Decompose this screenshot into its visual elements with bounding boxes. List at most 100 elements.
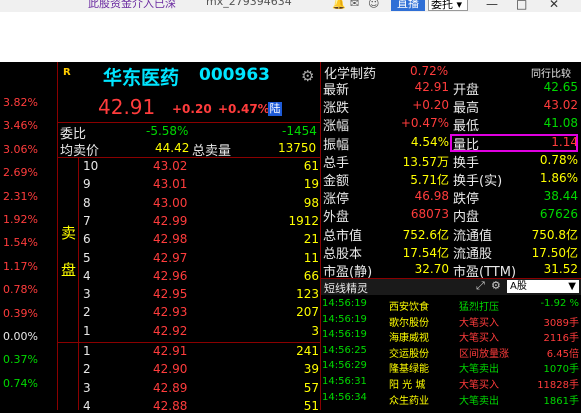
sell-level: 6: [83, 232, 91, 247]
quote-label: 涨幅: [323, 119, 350, 135]
sell-price[interactable]: 43.00: [153, 196, 187, 210]
lineup-stock[interactable]: 隆基绿能: [389, 360, 429, 375]
sell-level: 7: [83, 213, 91, 228]
lineup-time: 14:56:29: [322, 360, 367, 372]
quote-label: 流通值: [453, 228, 493, 244]
toolbar-area: [0, 12, 581, 62]
bell-icon[interactable]: 🔔: [332, 0, 346, 10]
committee-ratio: -5.58%: [146, 124, 189, 138]
sell-volume: 3: [311, 323, 319, 338]
close-icon[interactable]: ✕: [549, 0, 559, 11]
buy-price[interactable]: 42.90: [153, 362, 187, 376]
quote-value: 4.54%: [410, 134, 449, 149]
sell-price[interactable]: 42.99: [153, 214, 187, 228]
lineup-time: 14:56:19: [322, 329, 367, 341]
quote-label: 市盈(静): [323, 265, 373, 280]
pct-tick-label: 1.17%: [3, 259, 38, 273]
quote-value: 41.08: [543, 116, 578, 131]
lineup-event: 大笔买入: [459, 317, 499, 329]
quote-label: 开盘: [453, 83, 480, 98]
buy-volume: 57: [303, 380, 319, 395]
lineup-time: 14:56:34: [322, 391, 367, 403]
gear-icon[interactable]: ⚙: [301, 67, 314, 85]
quote-value: +0.20: [412, 98, 449, 113]
buy-price[interactable]: 42.89: [153, 381, 187, 395]
sell-price[interactable]: 42.95: [153, 287, 187, 301]
sell-level: 9: [83, 177, 91, 192]
sell-price[interactable]: 43.01: [153, 177, 187, 191]
quote-value: 1.86%: [539, 171, 578, 185]
lineup-stock[interactable]: 西安饮食: [389, 298, 429, 313]
last-price: 42.91: [98, 95, 156, 119]
buy-volume: 39: [303, 362, 319, 377]
lineup-stock[interactable]: 交运股份: [389, 345, 429, 360]
top-bar: 此股资金介入已深 mx_279394634 🔔 ✉ ☺ 直播 委托 ▾ — □ …: [0, 0, 581, 12]
lineup-time: 14:56:31: [322, 376, 367, 387]
lineup-value: -1.92 %: [540, 298, 579, 309]
sell-price[interactable]: 42.93: [153, 305, 187, 319]
expand-icon[interactable]: ⤢: [476, 279, 485, 293]
quote-value: 32.70: [414, 262, 449, 276]
live-button[interactable]: 直播: [391, 0, 425, 11]
pct-tick-label: 0.00%: [3, 330, 38, 343]
lineup-event: 大笔买入: [459, 380, 499, 391]
pct-tick-label: 3.46%: [3, 119, 38, 133]
peer-compare-link[interactable]: 同行比较: [531, 65, 571, 80]
gear-icon[interactable]: ⚙: [491, 279, 501, 292]
chevron-down-icon: ▼: [568, 281, 576, 292]
sell-volume: 66: [303, 268, 319, 283]
sell-price[interactable]: 42.97: [153, 251, 187, 265]
quote-value: 46.98: [414, 189, 449, 204]
buy-price[interactable]: 42.91: [153, 344, 187, 358]
volume-ratio-highlight: [450, 134, 578, 152]
quote-value: 38.44: [543, 189, 578, 204]
sell-price[interactable]: 43.02: [153, 159, 187, 173]
minimize-icon[interactable]: —: [486, 0, 498, 11]
sell-level: 10: [83, 159, 99, 173]
sell-side-label: 卖: [61, 224, 77, 242]
maximize-icon[interactable]: □: [516, 0, 527, 11]
market-select[interactable]: A股 ▼: [507, 280, 579, 293]
sell-volume: 207: [296, 305, 319, 320]
sell-volume: 11: [303, 250, 319, 265]
lineup-event: 区间放量涨: [459, 348, 509, 360]
quote-label: 跌停: [453, 192, 480, 208]
lineup-stock[interactable]: 众生药业: [389, 392, 429, 407]
sell-level: 5: [83, 250, 91, 265]
buy-level: 4: [83, 398, 91, 413]
quote-label: 最低: [453, 119, 480, 135]
quote-value: 42.91: [414, 80, 449, 94]
pct-tick-label: 0.74%: [3, 376, 38, 390]
total-sell-label: 总卖量: [192, 144, 232, 159]
quote-value: 43.02: [543, 98, 578, 113]
delegate-button[interactable]: 委托 ▾: [428, 0, 468, 11]
quote-panel: 3.82% 3.46% 3.06% 2.69% 2.31% 1.92% 1.54% 1.17%…: [0, 62, 581, 413]
lineup-stock[interactable]: 海康威视: [389, 329, 429, 344]
avg-sell-price: 44.42: [155, 141, 190, 155]
sell-volume: 19: [303, 177, 319, 192]
buy-volume: 51: [303, 398, 319, 413]
quote-label: 总市值: [323, 228, 363, 244]
sell-price[interactable]: 42.92: [153, 324, 187, 338]
buy-price[interactable]: 42.88: [153, 399, 187, 413]
divider: [57, 122, 321, 123]
buy-level: 1: [83, 344, 91, 358]
user-icon[interactable]: ☺: [368, 0, 379, 10]
lineup-stock[interactable]: 阳 光 城: [389, 376, 425, 391]
sell-price[interactable]: 42.96: [153, 269, 187, 283]
lineup-value: 6.45倍: [546, 348, 579, 360]
buy-level: 3: [83, 380, 91, 395]
quote-label: 最高: [453, 101, 480, 117]
quote-label: 最新: [323, 83, 350, 98]
sell-price[interactable]: 42.98: [153, 232, 187, 246]
mail-icon[interactable]: ✉: [350, 0, 359, 10]
quote-label: 换手(实): [453, 174, 503, 189]
stock-code: 000963: [199, 65, 270, 85]
lineup-value: 11828手: [537, 380, 579, 391]
buy-level: 2: [83, 362, 91, 377]
username[interactable]: mx_279394634: [206, 0, 292, 8]
pct-tick-label: 1.92%: [3, 213, 38, 226]
avg-sell-label: 均卖价: [60, 144, 100, 159]
marquee-text[interactable]: 此股资金介入已深: [88, 0, 176, 11]
lineup-stock[interactable]: 歌尔股份: [389, 314, 429, 329]
